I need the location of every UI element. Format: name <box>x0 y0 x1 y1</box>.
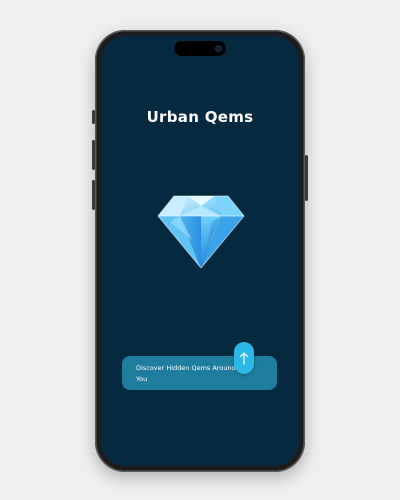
app-title: Urban Qems <box>146 108 254 126</box>
power-button <box>305 155 308 201</box>
volume-down-button <box>92 180 95 210</box>
arrow-up-icon <box>239 352 249 365</box>
front-camera-icon <box>215 45 222 52</box>
swipe-up-button[interactable] <box>234 342 254 374</box>
action-button <box>92 110 95 124</box>
phone-screen: Urban Qems Discover Hidden Qems Around Y… <box>101 36 299 466</box>
volume-up-button <box>92 140 95 170</box>
dynamic-island <box>174 41 226 56</box>
mockup-stage: Urban Qems Discover Hidden Qems Around Y… <box>0 0 400 500</box>
cta-text: Discover Hidden Qems Around You <box>136 364 236 383</box>
diamond-gem-icon <box>157 195 245 269</box>
phone-frame: Urban Qems Discover Hidden Qems Around Y… <box>92 30 308 472</box>
discover-cta[interactable]: Discover Hidden Qems Around You <box>122 342 277 390</box>
